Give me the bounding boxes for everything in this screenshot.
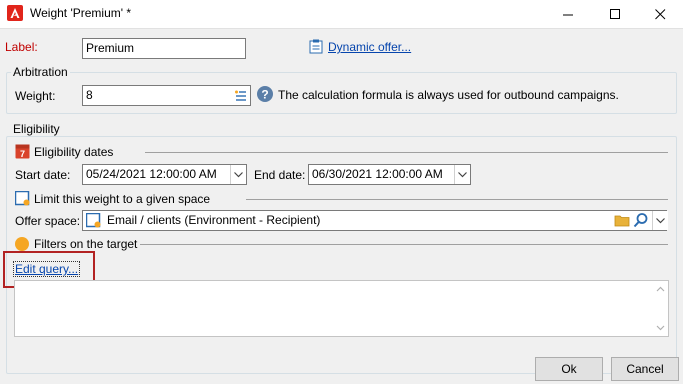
- formula-editor-icon: [235, 90, 246, 101]
- dates-separator: [145, 152, 668, 153]
- ok-button-label: Ok: [561, 362, 577, 376]
- weight-caption: Weight:: [15, 89, 56, 103]
- clipboard-icon: [309, 39, 323, 54]
- limit-space-label[interactable]: Limit this weight to a given space: [34, 192, 210, 206]
- minimize-icon: [562, 14, 573, 15]
- arbitration-title: Arbitration: [11, 65, 70, 79]
- start-date-caption: Start date:: [15, 168, 71, 182]
- start-date-input[interactable]: 05/24/2021 12:00:00 AM: [82, 164, 247, 185]
- window-title: Weight 'Premium' *: [30, 6, 132, 20]
- minimize-button[interactable]: [545, 0, 591, 28]
- cancel-button[interactable]: Cancel: [611, 357, 679, 381]
- maximize-icon: [609, 8, 620, 19]
- chevron-down-icon: [458, 171, 467, 177]
- help-icon: ?: [257, 86, 273, 102]
- help-text: The calculation formula is always used f…: [278, 88, 619, 102]
- filters-separator: [140, 244, 668, 245]
- end-date-caption: End date:: [254, 168, 306, 182]
- chevron-down-icon: [234, 171, 243, 177]
- end-date-dropdown[interactable]: [454, 165, 470, 184]
- eligibility-title: Eligibility: [11, 122, 62, 136]
- close-icon: [654, 8, 665, 19]
- offer-space-dropdown[interactable]: [652, 211, 668, 230]
- filters-heading: Filters on the target: [34, 237, 138, 251]
- offer-space-icon: [14, 190, 30, 206]
- offer-space-caption: Offer space:: [15, 214, 81, 228]
- search-button[interactable]: [633, 212, 649, 228]
- svg-text:?: ?: [261, 88, 268, 102]
- offer-space-field-icon: [85, 212, 101, 228]
- calendar-icon: 7: [15, 143, 30, 159]
- ok-button[interactable]: Ok: [535, 357, 603, 381]
- svg-text:7: 7: [20, 149, 25, 159]
- end-date-input[interactable]: 06/30/2021 12:00:00 AM: [308, 164, 471, 185]
- folder-icon: [614, 215, 630, 227]
- start-date-dropdown[interactable]: [230, 165, 246, 184]
- vertical-scrollbar[interactable]: [653, 281, 668, 336]
- dynamic-offer-link[interactable]: Dynamic offer...: [328, 40, 411, 54]
- search-icon: [633, 213, 648, 228]
- offer-space-input[interactable]: Email / clients (Environment - Recipient…: [82, 210, 667, 231]
- adobe-icon: [7, 5, 23, 21]
- weight-input[interactable]: 8: [82, 85, 251, 106]
- browse-folder-button[interactable]: [614, 212, 630, 228]
- dialog-body: Label: Premium Dynamic offer... Arbitrat…: [0, 28, 683, 384]
- chevron-down-icon: [656, 217, 665, 223]
- label-caption: Label:: [5, 40, 38, 54]
- label-input[interactable]: Premium: [82, 38, 246, 59]
- title-bar: Weight 'Premium' *: [0, 0, 683, 28]
- query-textarea[interactable]: [14, 280, 669, 337]
- filter-icon: [15, 237, 29, 251]
- formula-editor-button[interactable]: [233, 87, 249, 104]
- cancel-button-label: Cancel: [626, 362, 664, 376]
- edit-query-link[interactable]: Edit query...: [13, 261, 81, 277]
- eligibility-dates-heading: Eligibility dates: [34, 145, 114, 159]
- close-button[interactable]: [637, 0, 683, 28]
- space-separator: [246, 199, 668, 200]
- maximize-button[interactable]: [592, 0, 638, 28]
